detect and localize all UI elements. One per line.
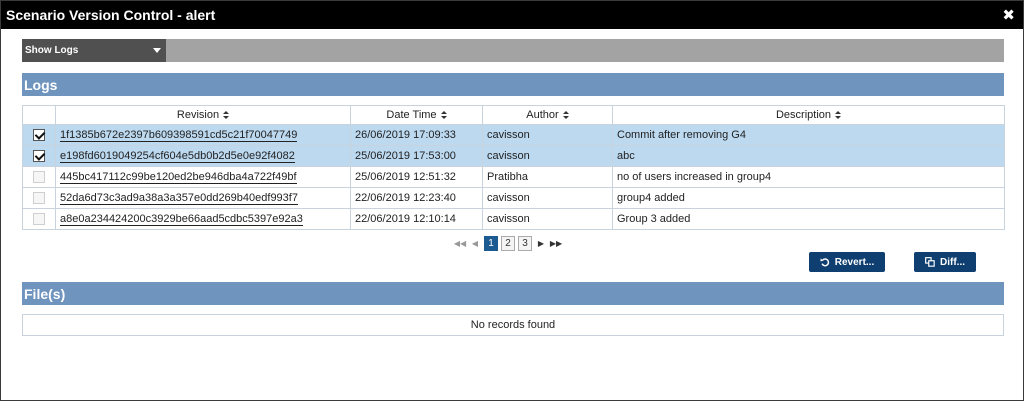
revert-button-label: Revert... <box>834 256 875 268</box>
revision-link[interactable]: 445bc417112c99be120ed2be946dba4a722f49bf <box>60 171 297 184</box>
revision-cell[interactable]: 52da6d73c3ad9a38a3a357e0dd269b40edf993f7 <box>55 187 351 209</box>
row-checkbox[interactable] <box>33 129 45 142</box>
row-select-cell[interactable] <box>22 187 56 209</box>
datetime-cell: 26/06/2019 17:09:33 <box>350 124 483 146</box>
scenario-version-control-dialog: Scenario Version Control - alert ✖ Show … <box>0 0 1024 401</box>
toolbar: Show Logs <box>22 39 1004 62</box>
paginator: ◀◀ ◀ 1 2 3 ▶ ▶▶ <box>454 235 562 251</box>
logs-dropdown[interactable]: Show Logs <box>22 39 166 62</box>
revision-cell[interactable]: 445bc417112c99be120ed2be946dba4a722f49bf <box>55 166 351 188</box>
table-row[interactable]: 1f1385b672e2397b609398591cd5c21f70047749… <box>22 124 1005 146</box>
description-cell: no of users increased in group4 <box>612 166 1005 188</box>
description-cell: Commit after removing G4 <box>612 124 1005 146</box>
row-select-cell[interactable] <box>22 145 56 167</box>
table-row[interactable]: 52da6d73c3ad9a38a3a357e0dd269b40edf993f7… <box>22 187 1005 209</box>
logs-section-title: Logs <box>24 76 58 93</box>
revision-link[interactable]: a8e0a234424200c3929be66aad5cdbc5397e92a3 <box>60 213 303 226</box>
description-cell: Group 3 added <box>612 208 1005 230</box>
table-row[interactable]: e198fd6019049254cf604e5db0b2d5e0e92f4082… <box>22 145 1005 167</box>
author-cell: cavisson <box>482 145 613 167</box>
files-section-header: File(s) <box>22 282 1004 305</box>
row-select-cell[interactable] <box>22 124 56 146</box>
row-checkbox[interactable] <box>33 171 45 184</box>
datetime-cell: 25/06/2019 12:51:32 <box>350 166 483 188</box>
column-header-select <box>22 105 56 125</box>
row-select-cell[interactable] <box>22 166 56 188</box>
column-header-datetime[interactable]: Date Time <box>350 105 483 125</box>
datetime-cell: 25/06/2019 17:53:00 <box>350 145 483 167</box>
next-page-icon[interactable]: ▶ <box>535 236 547 250</box>
close-icon[interactable]: ✖ <box>1000 8 1017 23</box>
table-row[interactable]: 445bc417112c99be120ed2be946dba4a722f49bf… <box>22 166 1005 188</box>
datetime-cell: 22/06/2019 12:10:14 <box>350 208 483 230</box>
first-page-icon[interactable]: ◀◀ <box>454 236 466 250</box>
row-checkbox[interactable] <box>33 150 45 163</box>
revision-link[interactable]: 1f1385b672e2397b609398591cd5c21f70047749 <box>60 129 298 142</box>
author-cell: cavisson <box>482 187 613 209</box>
dialog-title: Scenario Version Control - alert <box>6 7 216 23</box>
sort-icon[interactable] <box>223 110 230 120</box>
sort-icon[interactable] <box>835 110 842 120</box>
revision-cell[interactable]: 1f1385b672e2397b609398591cd5c21f70047749 <box>55 124 351 146</box>
logs-table-header-row: Revision Date Time Author Description <box>22 105 1005 125</box>
empty-message: No records found <box>470 319 556 331</box>
description-cell: group4 added <box>612 187 1005 209</box>
logs-table: Revision Date Time Author Description 1f… <box>22 105 1005 230</box>
row-checkbox[interactable] <box>33 213 45 226</box>
logs-section-header: Logs <box>22 73 1004 96</box>
column-header-revision[interactable]: Revision <box>55 105 351 125</box>
revision-cell[interactable]: a8e0a234424200c3929be66aad5cdbc5397e92a3 <box>55 208 351 230</box>
sort-icon[interactable] <box>562 110 569 120</box>
diff-button-label: Diff... <box>940 256 965 268</box>
logs-dropdown-value: Show Logs <box>25 45 79 56</box>
column-header-author[interactable]: Author <box>482 105 613 125</box>
files-section-title: File(s) <box>24 285 66 302</box>
files-table: No records found <box>22 314 1004 336</box>
page-3-button[interactable]: 3 <box>518 235 532 251</box>
row-checkbox[interactable] <box>33 192 45 205</box>
row-select-cell[interactable] <box>22 208 56 230</box>
diff-button[interactable]: Diff... <box>914 252 976 272</box>
description-cell: abc <box>612 145 1005 167</box>
revision-link[interactable]: e198fd6019049254cf604e5db0b2d5e0e92f4082 <box>60 150 295 163</box>
sort-icon[interactable] <box>440 110 447 120</box>
revert-icon <box>820 258 829 267</box>
last-page-icon[interactable]: ▶▶ <box>550 236 562 250</box>
title-bar: Scenario Version Control - alert ✖ <box>1 1 1023 29</box>
revert-button[interactable]: Revert... <box>809 252 885 272</box>
prev-page-icon[interactable]: ◀ <box>469 236 481 250</box>
author-cell: cavisson <box>482 208 613 230</box>
page-1-button[interactable]: 1 <box>484 235 498 251</box>
revision-link[interactable]: 52da6d73c3ad9a38a3a357e0dd269b40edf993f7 <box>60 192 298 205</box>
revision-cell[interactable]: e198fd6019049254cf604e5db0b2d5e0e92f4082 <box>55 145 351 167</box>
diff-icon <box>925 257 935 267</box>
author-cell: Pratibha <box>482 166 613 188</box>
caret-down-icon <box>153 48 161 53</box>
datetime-cell: 22/06/2019 12:23:40 <box>350 187 483 209</box>
table-row[interactable]: a8e0a234424200c3929be66aad5cdbc5397e92a3… <box>22 208 1005 230</box>
author-cell: cavisson <box>482 124 613 146</box>
page-2-button[interactable]: 2 <box>501 235 515 251</box>
column-header-description[interactable]: Description <box>612 105 1005 125</box>
